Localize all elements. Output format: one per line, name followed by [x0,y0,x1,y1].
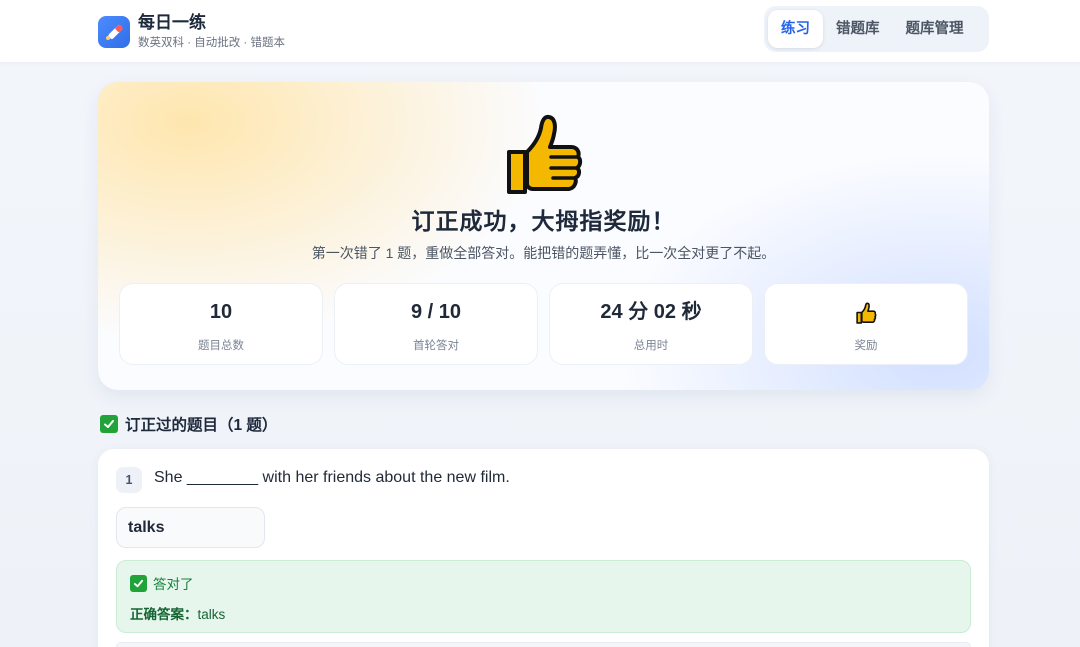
main-nav: 练习 错题库 题库管理 [764,6,989,52]
stat-value: 9 / 10 [410,301,462,323]
correct-answer-line: 正确答案：talks [130,603,225,623]
app-title: 每日一练 [138,13,206,32]
user-answer: talks [116,507,265,548]
next-panel-edge [116,642,971,647]
result-panel: 答对了 正确答案：talks [116,560,971,633]
question-number: 1 [116,467,142,493]
result-hero-card: 订正成功，大拇指奖励！ 第一次错了 1 题，重做全部答对。能把错的题弄懂，比一次… [98,82,989,390]
correct-answer-value: talks [197,607,226,622]
stat-total-questions: 10 题目总数 [119,283,323,365]
stat-value: 10 [209,301,233,323]
question-card: 1 She ________ with her friends about th… [98,449,989,647]
stat-total-time: 24 分 02 秒 总用时 [549,283,753,365]
stat-reward: 奖励 [764,283,968,365]
hero-title: 订正成功，大拇指奖励！ [411,208,676,234]
top-bar: 每日一练 数英双科 · 自动批改 · 错题本 练习 错题库 题库管理 [0,0,1080,62]
stat-first-round-correct: 9 / 10 首轮答对 [334,283,538,365]
hero-description: 第一次错了 1 题，重做全部答对。能把错的题弄懂，比一次全对更了不起。 [311,245,776,261]
thumbs-up-icon [855,302,877,329]
tab-mistakes[interactable]: 错题库 [823,10,893,48]
stat-label: 题目总数 [198,340,244,352]
result-label: 答对了 [153,577,194,592]
app-logo-icon [98,15,130,48]
result-status: 答对了 [130,573,194,593]
tab-question-bank[interactable]: 题库管理 [893,10,977,48]
stat-value: 24 分 02 秒 [600,301,702,323]
correct-answer-label: 正确答案： [130,607,198,622]
stat-label: 首轮答对 [413,340,459,352]
section-title: 订正过的题目（1 题） [100,413,277,435]
thumbs-up-icon [503,112,583,196]
check-mark-icon [130,574,147,592]
stat-label: 总用时 [633,340,669,352]
tab-practice[interactable]: 练习 [768,10,823,48]
section-title-text: 订正过的题目（1 题） [125,417,278,434]
stat-label: 奖励 [854,340,878,352]
app-subtitle: 数英双科 · 自动批改 · 错题本 [138,37,285,49]
check-mark-icon [100,415,118,433]
brand[interactable]: 每日一练 数英双科 · 自动批改 · 错题本 [98,13,285,50]
question-text: She ________ with her friends about the … [154,469,510,486]
